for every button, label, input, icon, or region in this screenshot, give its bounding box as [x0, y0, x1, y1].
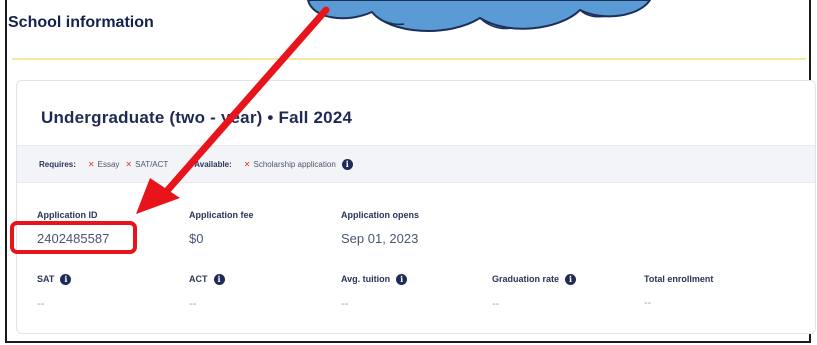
available-label: Available:	[194, 159, 232, 169]
requires-item-essay: Essay	[97, 159, 120, 169]
field-label: ACT	[189, 274, 208, 284]
section-title: School information	[8, 14, 154, 31]
application-card: Undergraduate (two - year) • Fall 2024 R…	[16, 80, 816, 334]
field-label: Application fee	[189, 210, 254, 220]
field-label: Application opens	[341, 210, 420, 220]
cross-icon: ✕	[87, 159, 95, 169]
requires-label: Requires:	[39, 159, 76, 169]
field-label: Avg. tuition	[341, 274, 391, 284]
cross-icon: ✕	[243, 159, 251, 169]
info-circle-icon[interactable]: i	[60, 274, 72, 286]
field-total-enrollment: Total enrollment --	[644, 274, 713, 309]
field-value: --	[37, 298, 45, 311]
info-circle-icon[interactable]: i	[396, 274, 408, 286]
field-act: ACT i --	[189, 274, 225, 310]
card-title: Undergraduate (two - year) • Fall 2024	[41, 108, 353, 127]
field-application-opens: Application opens Sep 01, 2023	[341, 210, 419, 246]
field-value: --	[492, 298, 500, 311]
annotation-highlight-box	[10, 221, 137, 254]
field-value: --	[341, 298, 349, 311]
info-circle-icon[interactable]: i	[341, 158, 353, 170]
field-label: Graduation rate	[492, 274, 560, 284]
field-label: Total enrollment	[644, 274, 714, 284]
field-label: Application ID	[37, 210, 98, 220]
field-value: $0	[189, 231, 204, 246]
cross-icon: ✕	[125, 159, 133, 169]
section-divider	[12, 58, 806, 60]
field-value: --	[189, 298, 197, 311]
requires-item-sat-act: SAT/ACT	[135, 159, 169, 169]
info-circle-icon[interactable]: i	[213, 274, 225, 286]
info-circle-icon[interactable]: i	[565, 274, 577, 286]
field-avg-tuition: Avg. tuition i --	[341, 274, 408, 311]
field-label: SAT	[37, 274, 55, 284]
field-graduation-rate: Graduation rate i --	[492, 274, 577, 311]
field-sat: SAT i --	[37, 274, 72, 311]
requirements-bar: Requires: ✕ Essay ✕ SAT/ACT Available: ✕…	[17, 145, 815, 183]
field-value: --	[644, 297, 652, 309]
field-value: Sep 01, 2023	[341, 231, 419, 246]
available-item-scholarship: Scholarship application	[253, 159, 336, 169]
field-application-fee: Application fee $0	[189, 210, 254, 246]
